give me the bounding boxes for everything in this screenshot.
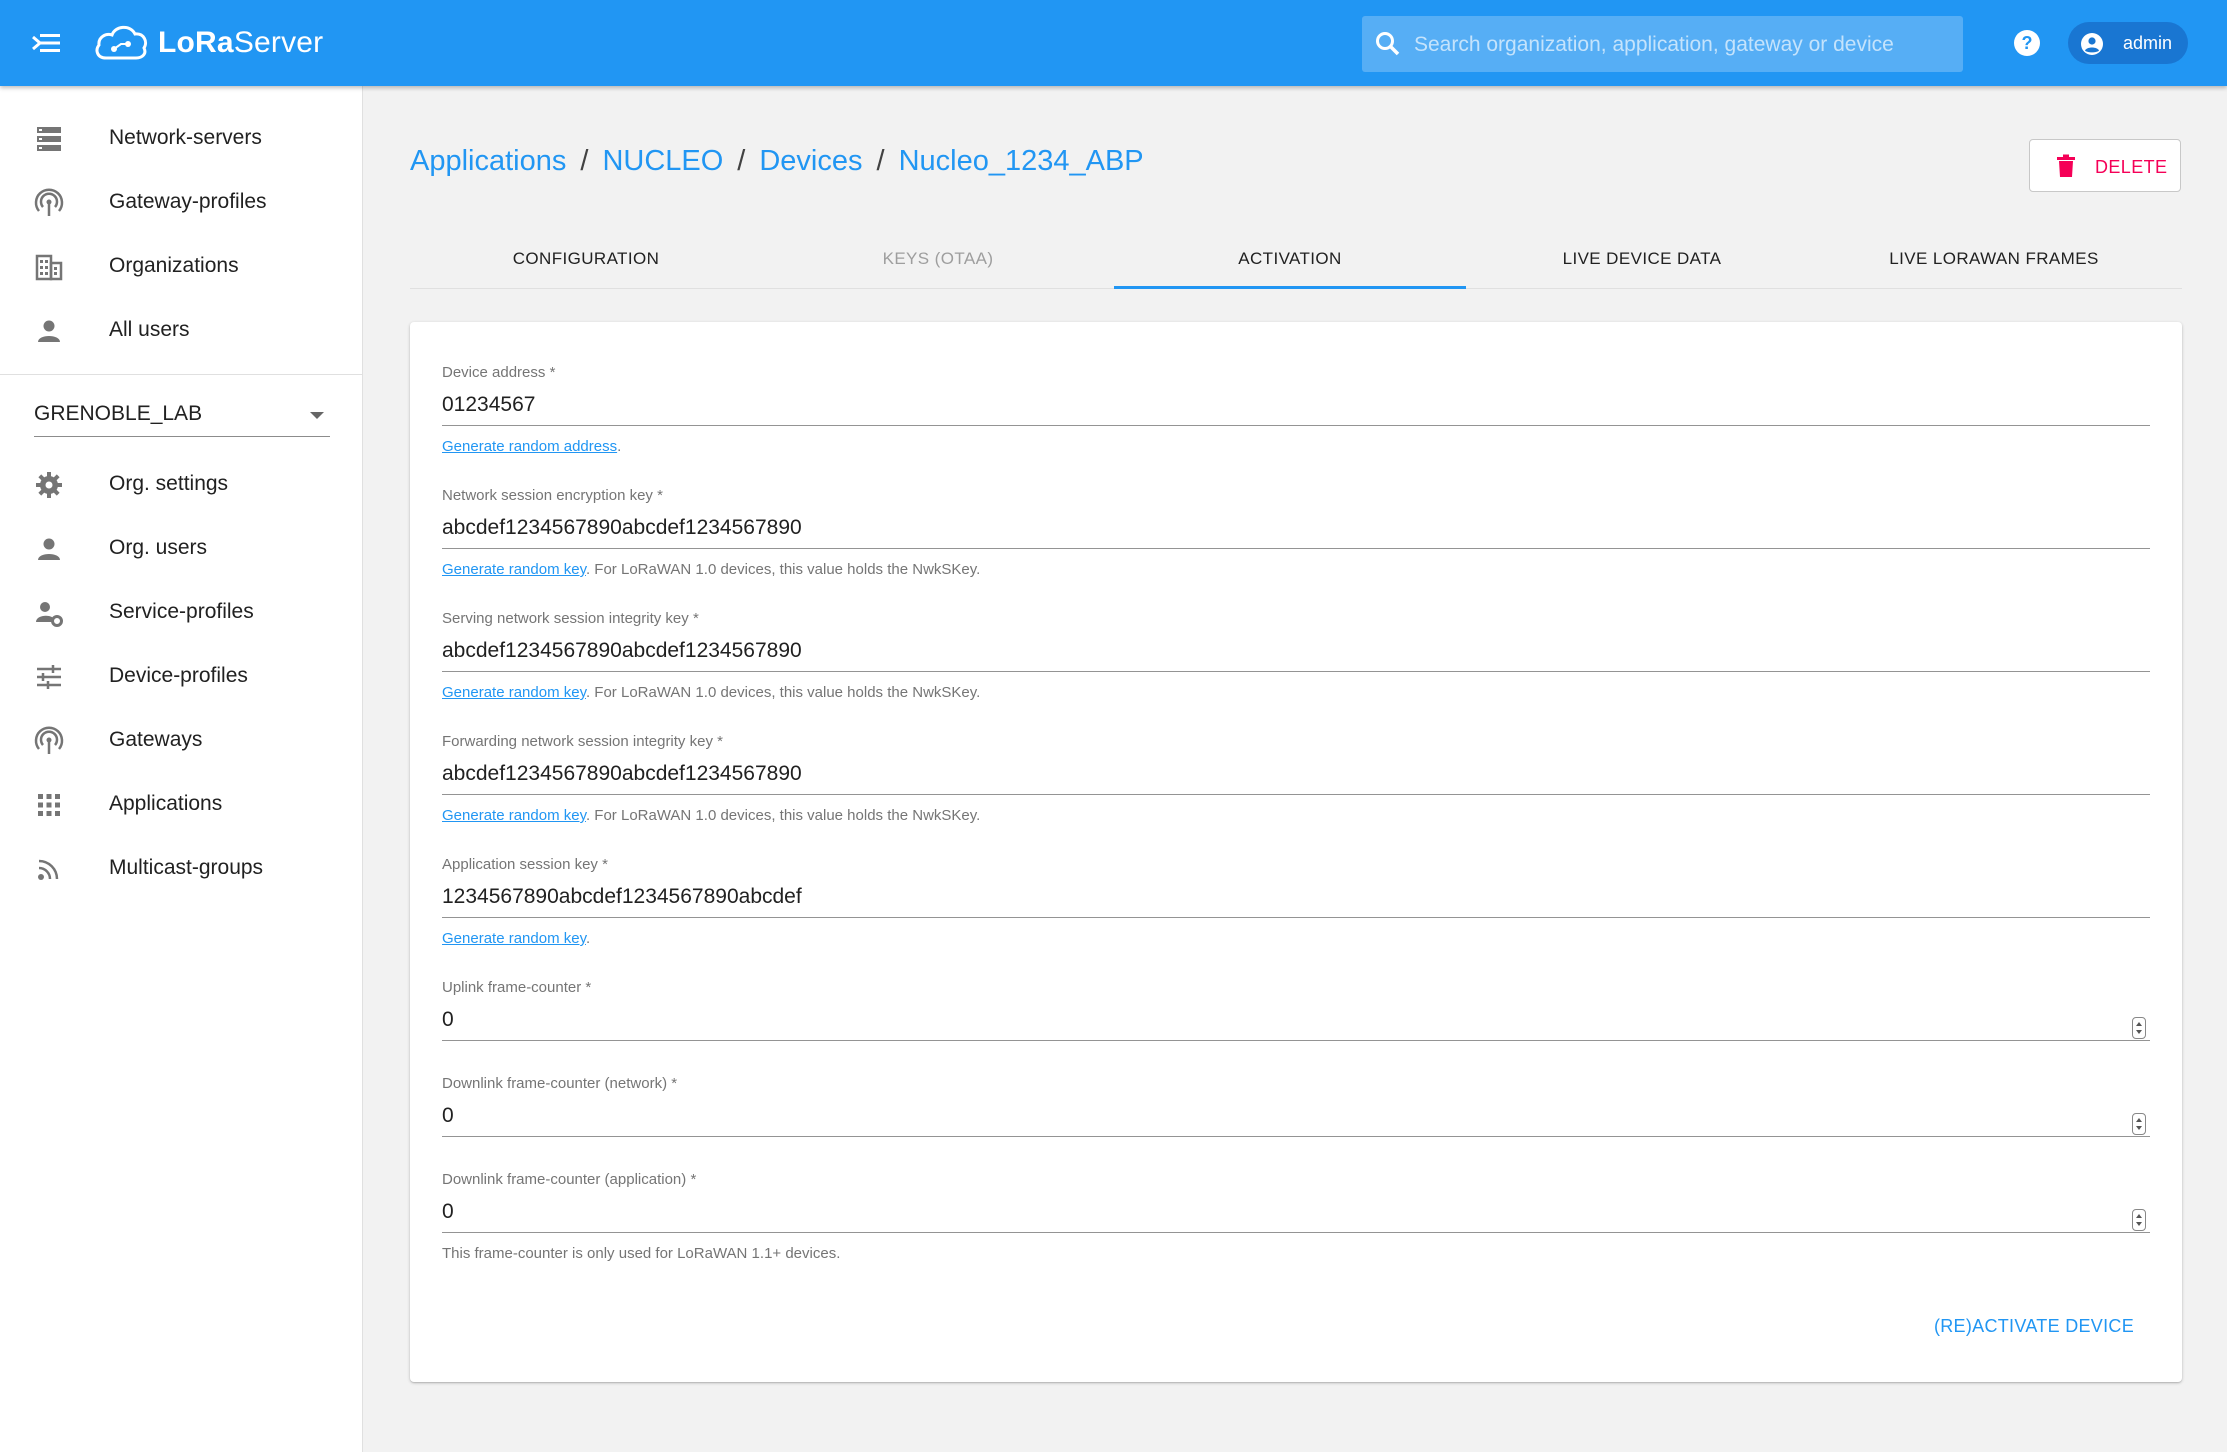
s-nwk-s-int-key-input[interactable] <box>442 630 2150 672</box>
device-address-input[interactable] <box>442 384 2150 426</box>
downlink-application-frame-counter-input[interactable] <box>442 1191 2150 1233</box>
delete-button[interactable]: DELETE <box>2029 139 2181 192</box>
app-s-key-input[interactable] <box>442 876 2150 918</box>
generate-random-key-link[interactable]: Generate random key <box>442 930 586 947</box>
generate-random-key-link[interactable]: Generate random key <box>442 807 586 824</box>
number-stepper[interactable] <box>2132 1209 2146 1231</box>
user-menu-button[interactable]: admin <box>2068 22 2188 64</box>
antenna-icon <box>34 188 64 216</box>
tab-configuration[interactable]: CONFIGURATION <box>410 230 762 288</box>
sidebar-item-gateway-profiles[interactable]: Gateway-profiles <box>0 172 362 232</box>
field-label: Application session key * <box>442 856 608 873</box>
gear-icon <box>36 472 62 498</box>
field-label: Downlink frame-counter (application) * <box>442 1171 697 1188</box>
account-circle-icon <box>2081 33 2103 55</box>
logo[interactable]: LoRaServer <box>92 16 323 70</box>
tab-keys-otaa[interactable]: KEYS (OTAA) <box>762 230 1114 288</box>
breadcrumb-device[interactable]: Nucleo_1234_ABP <box>899 145 1144 177</box>
breadcrumb: Applications / NUCLEO / Devices / Nucleo_1234_… <box>410 145 1144 177</box>
tab-live-lorawan-frames[interactable]: LIVE LORAWAN FRAMES <box>1818 230 2170 288</box>
sidebar-item-org-settings[interactable]: Org. settings <box>0 454 362 514</box>
field-label: Forwarding network session integrity key… <box>442 733 723 750</box>
sidebar-item-org-users[interactable]: Org. users <box>0 518 362 578</box>
activation-form-card: Device address * Generate random address… <box>410 322 2182 1382</box>
sidebar-item-label: Gateway-profiles <box>109 190 267 213</box>
field-helper: Generate random key. <box>442 930 591 947</box>
sidebar-item-device-profiles[interactable]: Device-profiles <box>0 646 362 706</box>
sidebar-item-label: Organizations <box>109 254 239 277</box>
number-stepper[interactable] <box>2132 1113 2146 1135</box>
trash-icon <box>2057 154 2075 177</box>
sidebar-item-label: Multicast-groups <box>109 856 264 879</box>
field-helper: This frame-counter is only used for LoRa… <box>442 1245 841 1262</box>
sidebar-item-applications[interactable]: Applications <box>0 774 362 834</box>
device-tabs: CONFIGURATION KEYS (OTAA) ACTIVATION LIV… <box>410 230 2182 289</box>
sidebar: Network-servers Gateway-profiles Organiz… <box>0 86 363 1452</box>
person-icon <box>38 320 60 342</box>
sidebar-item-multicast-groups[interactable]: Multicast-groups <box>0 838 362 898</box>
server-icon <box>37 127 61 151</box>
organization-select[interactable]: GRENOBLE_LAB <box>34 392 330 437</box>
delete-button-label: DELETE <box>2095 157 2168 177</box>
chevron-down-icon <box>310 412 324 419</box>
person-icon <box>38 538 60 560</box>
sidebar-item-network-servers[interactable]: Network-servers <box>0 108 362 168</box>
sidebar-item-label: Org. settings <box>109 472 229 495</box>
generate-random-key-link[interactable]: Generate random key <box>442 561 586 578</box>
building-icon <box>35 254 63 281</box>
help-icon[interactable]: ? <box>2012 28 2042 58</box>
breadcrumb-application[interactable]: NUCLEO <box>602 145 723 177</box>
field-helper: Generate random key. For LoRaWAN 1.0 dev… <box>442 684 981 701</box>
field-label: Device address * <box>442 364 556 381</box>
field-helper: Generate random key. For LoRaWAN 1.0 dev… <box>442 807 981 824</box>
generate-random-address-link[interactable]: Generate random address <box>442 438 617 455</box>
antenna-icon <box>34 726 64 754</box>
search-icon <box>1376 32 1400 56</box>
search-input[interactable] <box>1412 16 1956 74</box>
rss-icon <box>38 859 59 880</box>
breadcrumb-applications[interactable]: Applications <box>410 145 566 177</box>
sidebar-item-label: Org. users <box>109 536 208 559</box>
field-label: Uplink frame-counter * <box>442 979 592 996</box>
breadcrumb-devices[interactable]: Devices <box>759 145 862 177</box>
field-helper: Generate random key. For LoRaWAN 1.0 dev… <box>442 561 981 578</box>
person-gear-icon <box>36 602 63 627</box>
field-helper: Generate random address. <box>442 438 622 455</box>
tune-icon <box>37 665 61 689</box>
sidebar-item-label: Network-servers <box>109 126 262 149</box>
organization-select-value: GRENOBLE_LAB <box>34 402 203 425</box>
downlink-network-frame-counter-input[interactable] <box>442 1095 2150 1137</box>
sidebar-item-label: Service-profiles <box>109 600 254 623</box>
field-label: Network session encryption key * <box>442 487 663 504</box>
generate-random-key-link[interactable]: Generate random key <box>442 684 586 701</box>
tab-activation[interactable]: ACTIVATION <box>1114 230 1466 289</box>
sidebar-item-service-profiles[interactable]: Service-profiles <box>0 582 362 642</box>
username: admin <box>2123 33 2173 53</box>
field-label: Serving network session integrity key * <box>442 610 699 627</box>
sidebar-item-all-users[interactable]: All users <box>0 300 362 360</box>
sidebar-item-label: Gateways <box>109 728 203 751</box>
sidebar-divider <box>0 374 362 375</box>
sidebar-item-label: Applications <box>109 792 223 815</box>
sidebar-item-label: Device-profiles <box>109 664 248 687</box>
sidebar-item-organizations[interactable]: Organizations <box>0 236 362 296</box>
reactivate-device-button[interactable]: (RE)ACTIVATE DEVICE <box>1924 1306 2144 1346</box>
field-label: Downlink frame-counter (network) * <box>442 1075 678 1092</box>
search-bar[interactable] <box>1362 16 1963 74</box>
number-stepper[interactable] <box>2132 1017 2146 1039</box>
uplink-frame-counter-input[interactable] <box>442 999 2150 1041</box>
tab-live-device-data[interactable]: LIVE DEVICE DATA <box>1466 230 1818 288</box>
f-nwk-s-int-key-input[interactable] <box>442 753 2150 795</box>
sidebar-item-gateways[interactable]: Gateways <box>0 710 362 770</box>
nwk-s-enc-key-input[interactable] <box>442 507 2150 549</box>
apps-grid-icon <box>38 794 60 816</box>
logo-text: LoRaServer <box>158 26 324 59</box>
sidebar-item-label: All users <box>109 318 190 341</box>
menu-collapse-icon[interactable] <box>28 25 72 61</box>
cloud-logo-icon <box>95 25 148 60</box>
app-bar: LoRaServer ? admin <box>0 0 2227 86</box>
svg-text:?: ? <box>2022 33 2033 53</box>
